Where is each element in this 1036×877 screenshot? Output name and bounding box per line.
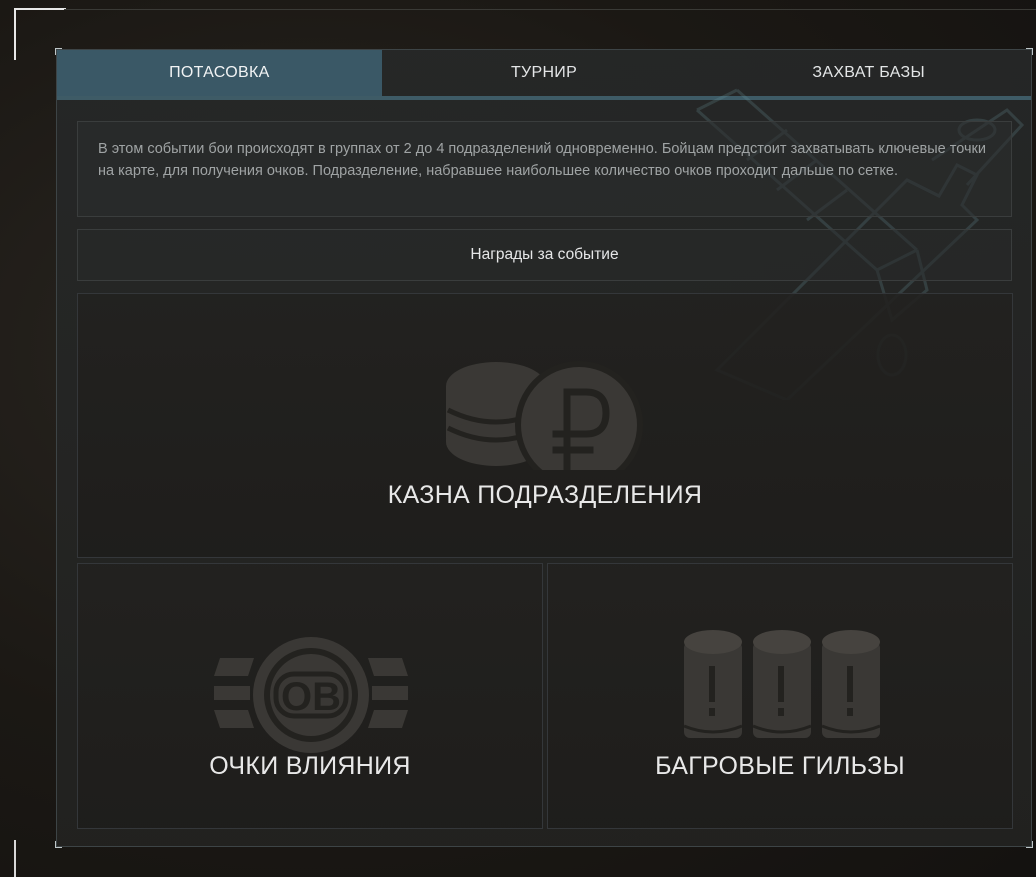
tab-brawl[interactable]: ПОТАСОВКА [57,50,382,96]
influence-points-icon: OB [214,637,408,753]
influence-label: ОЧКИ ВЛИЯНИЯ [209,752,411,780]
reward-casings-card[interactable]: БАГРОВЫЕ ГИЛЬЗЫ [547,563,1013,829]
influence-icon-text: OB [281,675,341,719]
casings-label: БАГРОВЫЕ ГИЛЬЗЫ [655,752,905,780]
event-panel: ПОТАСОВКА ТУРНИР ЗАХВАТ БАЗЫ В этом собы… [55,48,1033,848]
frame-top-line [64,9,1036,10]
reward-influence-card[interactable]: OB ОЧКИ ВЛИЯНИЯ [77,563,543,829]
ruble-coins-icon [446,361,643,470]
rewards-title: Награды за событие [77,229,1012,281]
frame-corner-bottom-left [14,840,16,877]
tab-tournament[interactable]: ТУРНИР [382,50,707,96]
event-description: В этом событии бои происходят в группах … [77,121,1012,217]
treasury-label: КАЗНА ПОДРАЗДЕЛЕНИЯ [387,481,703,509]
reward-treasury-card[interactable]: КАЗНА ПОДРАЗДЕЛЕНИЯ [77,293,1013,558]
shell-casings-icon [683,630,881,738]
